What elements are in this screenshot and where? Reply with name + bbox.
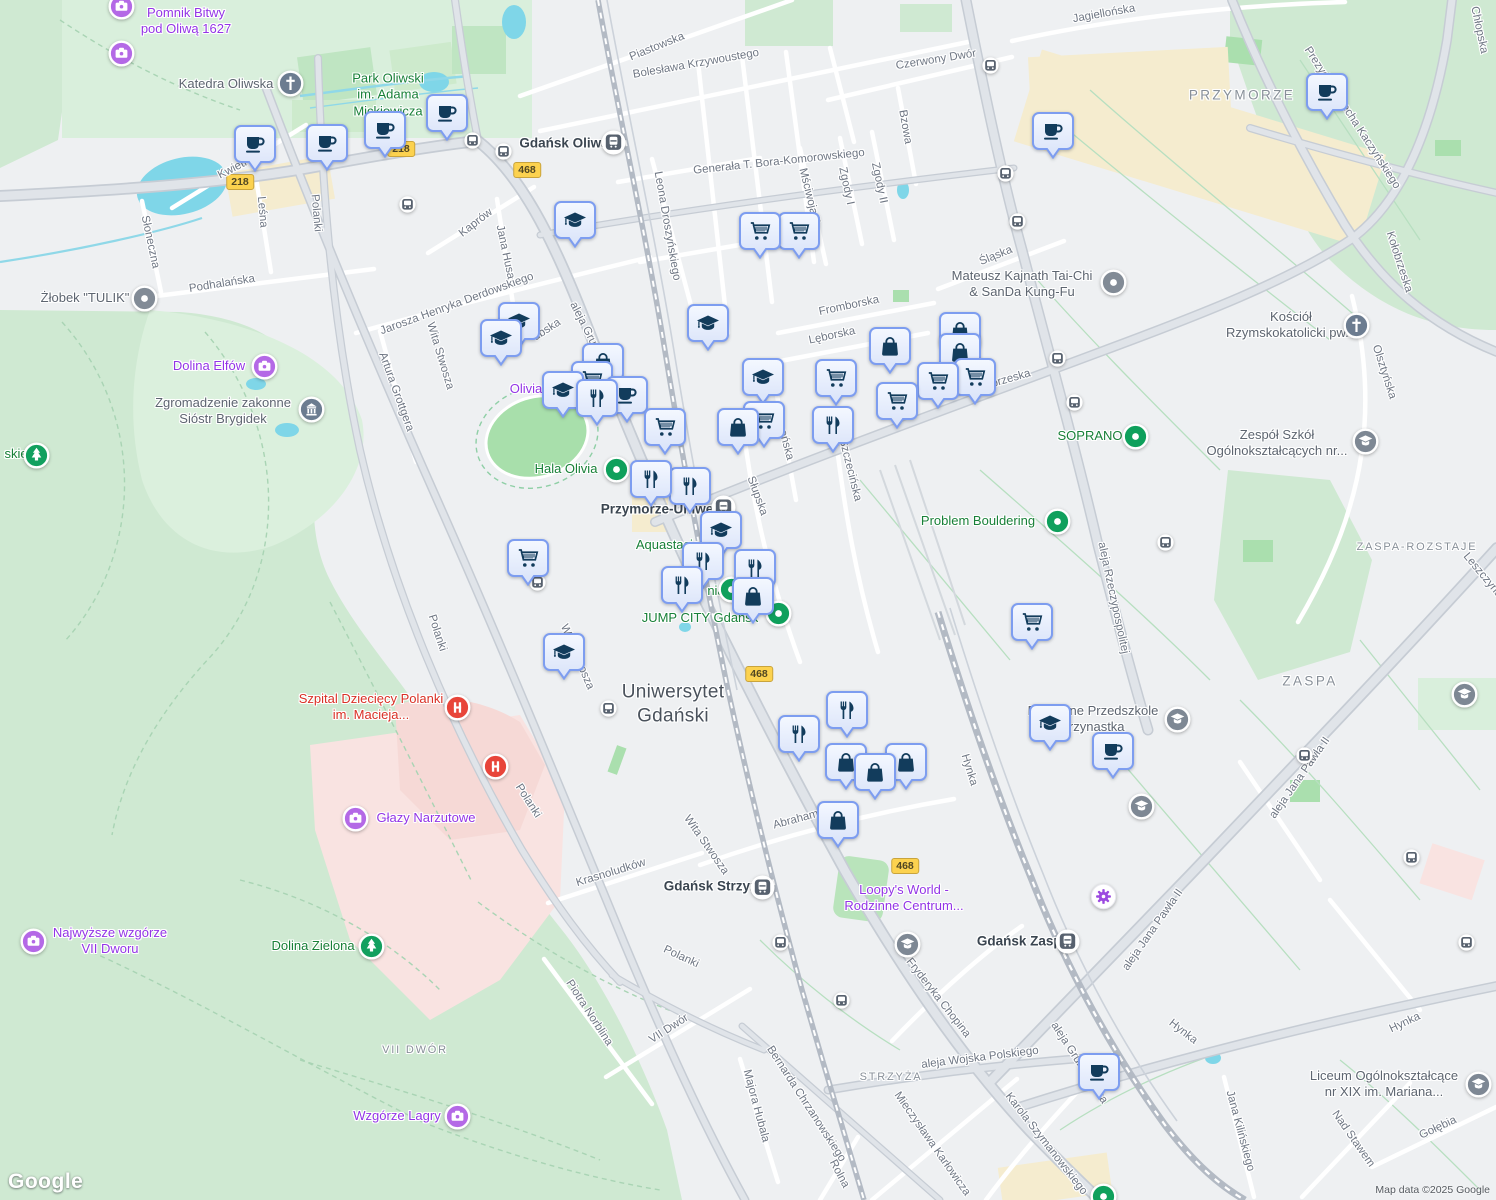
cafe-marker[interactable] (1091, 731, 1135, 779)
google-logo[interactable]: Google (8, 1170, 83, 1194)
school-marker[interactable] (686, 303, 730, 351)
cafe-marker[interactable] (363, 110, 407, 158)
supermarket-marker[interactable] (875, 381, 919, 429)
school-marker[interactable] (542, 632, 586, 680)
school-marker[interactable] (741, 357, 785, 405)
supermarket-marker[interactable] (506, 538, 550, 586)
supermarket-marker[interactable] (814, 358, 858, 406)
restaurant-marker[interactable] (660, 565, 704, 613)
shop-marker[interactable] (816, 800, 860, 848)
cafe-marker[interactable] (425, 93, 469, 141)
cafe-marker[interactable] (1077, 1052, 1121, 1100)
cafe-marker[interactable] (1305, 72, 1349, 120)
restaurant-marker[interactable] (629, 459, 673, 507)
cafe-marker[interactable] (233, 124, 277, 172)
map-attribution: Map data ©2025 Google (1375, 1184, 1490, 1196)
shop-marker[interactable] (853, 752, 897, 800)
supermarket-marker[interactable] (777, 211, 821, 259)
restaurant-marker[interactable] (825, 690, 869, 738)
school-marker[interactable] (1028, 703, 1072, 751)
restaurant-marker[interactable] (668, 466, 712, 514)
supermarket-marker[interactable] (1010, 602, 1054, 650)
shop-marker[interactable] (716, 407, 760, 455)
supermarket-marker[interactable] (643, 407, 687, 455)
school-marker[interactable] (553, 200, 597, 248)
supermarket-marker[interactable] (738, 211, 782, 259)
shop-marker[interactable] (868, 326, 912, 374)
map-canvas[interactable]: 218218468468468 PiastowskaBolesława Krzy… (0, 0, 1496, 1200)
cafe-marker[interactable] (305, 123, 349, 171)
restaurant-marker[interactable] (811, 405, 855, 453)
restaurant-marker[interactable] (575, 378, 619, 426)
supermarket-marker[interactable] (916, 361, 960, 409)
poi-markers-layer (0, 0, 1496, 1200)
school-marker[interactable] (479, 318, 523, 366)
restaurant-marker[interactable] (777, 714, 821, 762)
shop-marker[interactable] (731, 576, 775, 624)
cafe-marker[interactable] (1031, 111, 1075, 159)
